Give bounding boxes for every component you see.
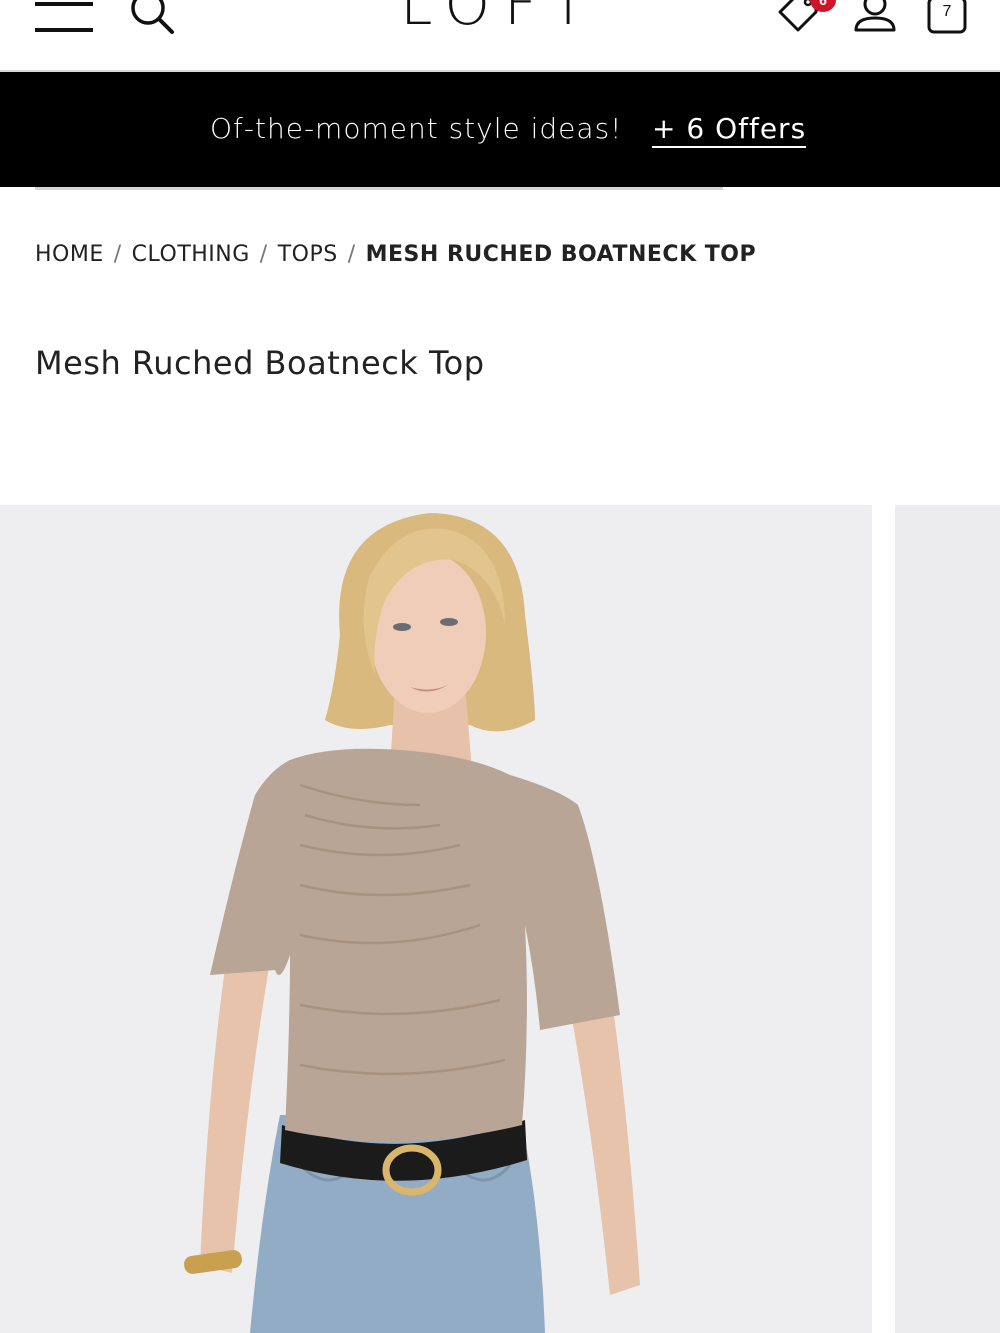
offers-link[interactable]: + 6 Offers xyxy=(652,112,807,148)
divider xyxy=(35,187,723,190)
menu-icon-bar-top xyxy=(35,2,93,6)
menu-button[interactable] xyxy=(35,0,93,34)
product-page: LOFT 6 7 Of-the-moment style ideas! + 6 … xyxy=(0,0,1000,1333)
next-product-image[interactable] xyxy=(895,505,1000,1333)
breadcrumb-clothing[interactable]: CLOTHING xyxy=(132,242,250,267)
breadcrumb-separator: / xyxy=(259,242,268,267)
product-image-carousel[interactable] xyxy=(0,505,1000,1333)
site-logo[interactable]: LOFT xyxy=(380,0,620,40)
breadcrumb-current: MESH RUCHED BOATNECK TOP xyxy=(365,242,757,267)
search-icon[interactable] xyxy=(126,0,178,36)
bag-count: 7 xyxy=(942,3,952,20)
model-photo xyxy=(184,513,640,1333)
product-title: Mesh Ruched Boatneck Top xyxy=(35,344,485,382)
breadcrumb-home[interactable]: HOME xyxy=(35,242,104,267)
menu-icon-bar-bottom xyxy=(35,28,93,32)
promo-banner: Of-the-moment style ideas! + 6 Offers xyxy=(0,72,1000,187)
account-icon[interactable] xyxy=(850,0,900,34)
breadcrumb: HOME / CLOTHING / TOPS / MESH RUCHED BOATNECK … xyxy=(35,242,756,267)
breadcrumb-separator: / xyxy=(113,242,122,267)
promo-text: Of-the-moment style ideas! xyxy=(210,112,623,145)
site-header: LOFT 6 7 xyxy=(0,0,1000,72)
product-image[interactable] xyxy=(0,505,872,1333)
breadcrumb-separator: / xyxy=(347,242,356,267)
breadcrumb-tops[interactable]: TOPS xyxy=(278,242,338,267)
